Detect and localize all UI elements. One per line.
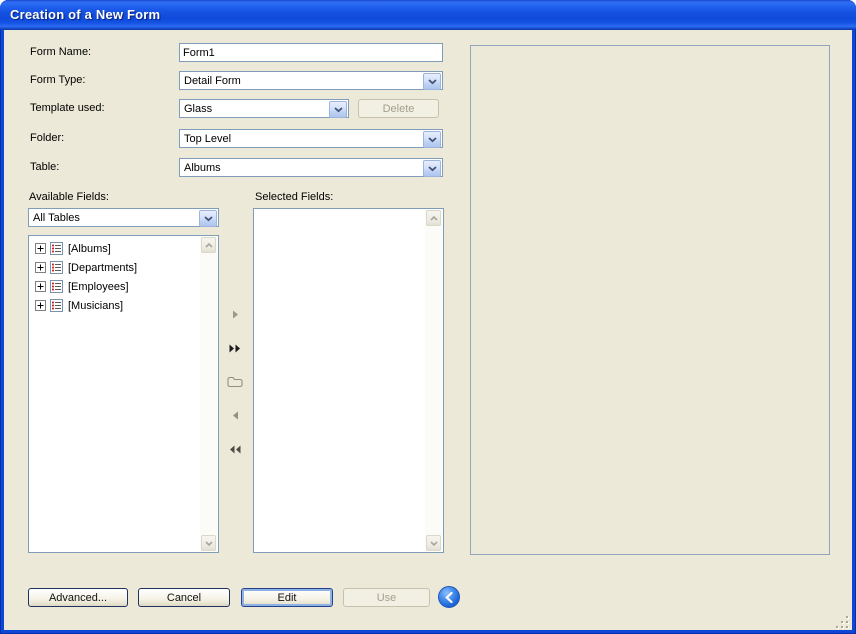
folder-label: Folder: (30, 132, 64, 144)
dialog-window: Creation of a New Form Form Name: Form T… (0, 0, 856, 634)
new-folder-icon[interactable] (224, 371, 246, 393)
tree-item-label: [Departments] (68, 262, 137, 274)
tree-item-label: [Employees] (68, 281, 129, 293)
use-button: Use (343, 588, 430, 607)
tree-item-employees[interactable]: [Employees] (30, 277, 200, 296)
chevron-down-icon[interactable] (329, 101, 347, 118)
available-fields-label: Available Fields: (29, 191, 109, 203)
window-title: Creation of a New Form (10, 7, 160, 22)
form-type-value: Detail Form (184, 75, 241, 87)
expand-plus-icon[interactable] (35, 281, 46, 292)
folder-value: Top Level (184, 133, 231, 145)
table-select[interactable]: Albums (179, 158, 443, 177)
scroll-up-icon[interactable] (201, 237, 216, 253)
table-filter-value: All Tables (33, 212, 80, 224)
titlebar[interactable]: Creation of a New Form (0, 0, 856, 30)
scroll-down-icon[interactable] (201, 535, 216, 551)
tree-item-albums[interactable]: [Albums] (30, 239, 200, 258)
form-name-label: Form Name: (30, 46, 91, 58)
scroll-up-icon[interactable] (426, 210, 441, 226)
table-icon (50, 261, 63, 274)
chevron-down-icon[interactable] (199, 210, 217, 227)
form-type-select[interactable]: Detail Form (179, 71, 443, 90)
expand-plus-icon[interactable] (35, 300, 46, 311)
template-select[interactable]: Glass (179, 99, 349, 118)
form-preview-panel (470, 45, 830, 555)
move-left-icon[interactable] (224, 404, 246, 426)
table-label: Table: (30, 161, 59, 173)
scroll-down-icon[interactable] (426, 535, 441, 551)
selected-fields-list[interactable] (253, 208, 444, 553)
cancel-button[interactable]: Cancel (138, 588, 230, 607)
expand-plus-icon[interactable] (35, 243, 46, 254)
selected-fields-label: Selected Fields: (255, 191, 333, 203)
move-all-right-icon[interactable] (224, 337, 246, 359)
move-right-icon[interactable] (224, 303, 246, 325)
collapse-back-button[interactable] (438, 586, 460, 608)
chevron-down-icon[interactable] (423, 73, 441, 90)
form-name-input[interactable] (179, 43, 443, 62)
form-type-label: Form Type: (30, 74, 85, 86)
edit-button[interactable]: Edit (241, 588, 333, 607)
table-value: Albums (184, 162, 221, 174)
resize-grip-icon[interactable] (836, 616, 850, 630)
expand-plus-icon[interactable] (35, 262, 46, 273)
available-fields-tree[interactable]: [Albums] [Departments] [Employees] [Musi… (28, 235, 219, 553)
table-filter-select[interactable]: All Tables (28, 208, 219, 227)
tree-item-label: [Albums] (68, 243, 111, 255)
chevron-down-icon[interactable] (423, 160, 441, 177)
vertical-scrollbar[interactable] (425, 210, 442, 551)
tree-item-label: [Musicians] (68, 300, 123, 312)
table-icon (50, 299, 63, 312)
dialog-content: Form Name: Form Type: Detail Form Templa… (4, 30, 852, 630)
chevron-left-icon (445, 592, 453, 603)
folder-select[interactable]: Top Level (179, 129, 443, 148)
tree-item-departments[interactable]: [Departments] (30, 258, 200, 277)
template-used-label: Template used: (30, 102, 105, 114)
move-all-left-icon[interactable] (224, 438, 246, 460)
tree-item-list: [Albums] [Departments] [Employees] [Musi… (30, 239, 200, 315)
vertical-scrollbar[interactable] (200, 237, 217, 551)
tree-item-musicians[interactable]: [Musicians] (30, 296, 200, 315)
advanced-button[interactable]: Advanced... (28, 588, 128, 607)
table-icon (50, 280, 63, 293)
template-value: Glass (184, 103, 212, 115)
chevron-down-icon[interactable] (423, 131, 441, 148)
table-icon (50, 242, 63, 255)
delete-template-button: Delete (358, 99, 439, 118)
